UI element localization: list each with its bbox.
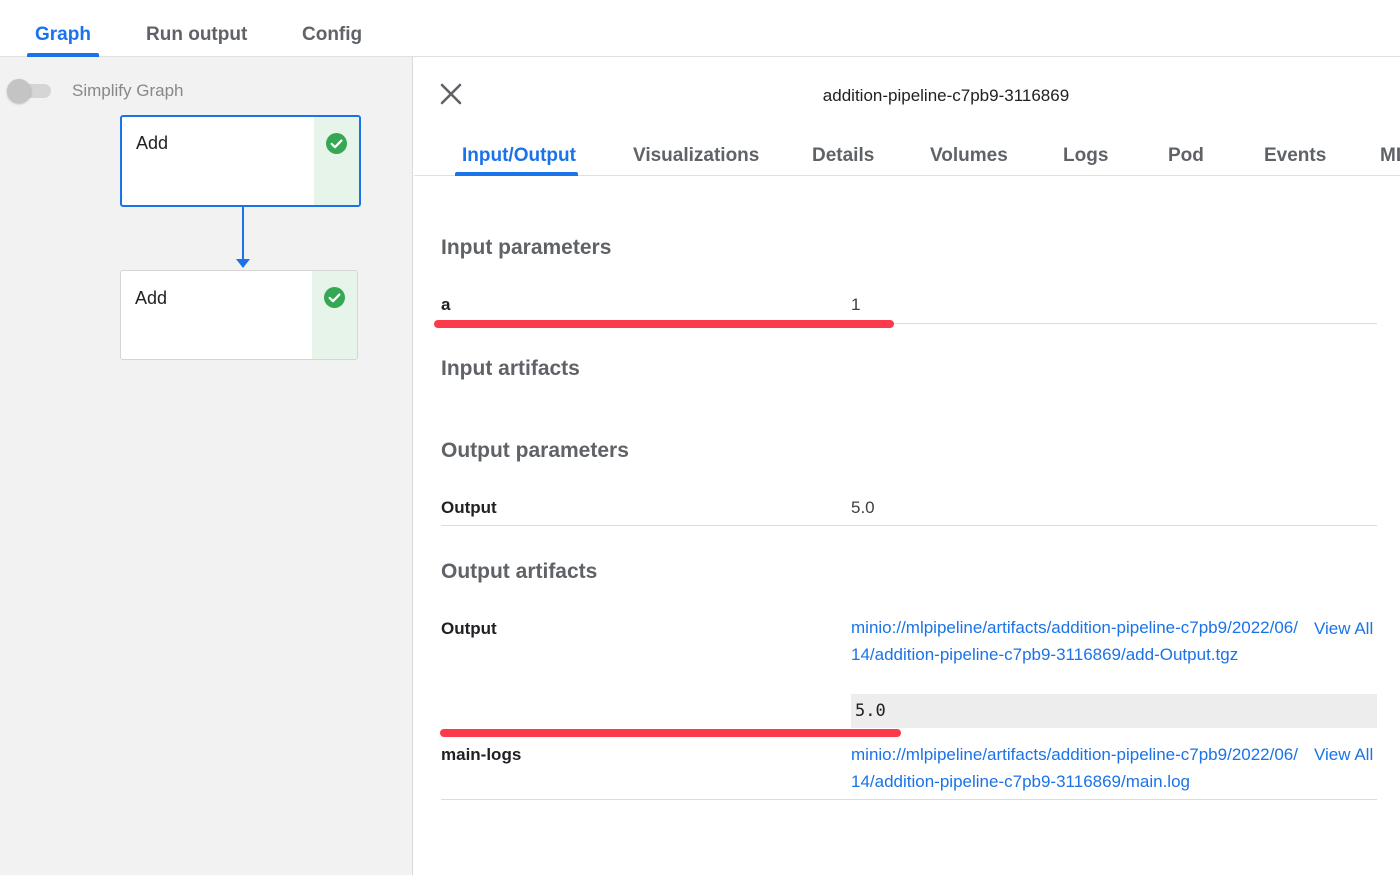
red-highlight-mark <box>440 729 901 737</box>
success-check-icon <box>324 287 345 308</box>
success-check-icon <box>326 133 347 154</box>
view-all-link[interactable]: View All <box>1314 619 1373 639</box>
detail-tab-bar: Input/Output Visualizations Details Volu… <box>414 132 1400 176</box>
artifact-key: main-logs <box>441 745 522 764</box>
section-output-artifacts: Output artifacts <box>441 560 598 583</box>
tab-run-output[interactable]: Run output <box>146 24 247 46</box>
node-label: Add <box>135 288 168 308</box>
param-key: Output <box>441 498 497 517</box>
graph-edge-arrowhead <box>236 259 250 268</box>
tab-input-output[interactable]: Input/Output <box>462 145 576 167</box>
tab-events[interactable]: Events <box>1264 145 1326 167</box>
simplify-graph-toggle[interactable] <box>7 79 53 103</box>
graph-edge <box>242 207 244 260</box>
tab-volumes[interactable]: Volumes <box>930 145 1008 167</box>
row-divider <box>441 525 1377 526</box>
tab-details[interactable]: Details <box>812 145 874 167</box>
row-divider <box>441 799 1377 800</box>
top-tab-bar: Graph Run output Config <box>0 0 1400 57</box>
param-key: a <box>441 295 451 314</box>
artifact-uri-link[interactable]: minio://mlpipeline/artifacts/addition-pi… <box>851 741 1301 795</box>
artifact-uri-link[interactable]: minio://mlpipeline/artifacts/addition-pi… <box>851 614 1301 668</box>
simplify-graph-label: Simplify Graph <box>72 81 184 100</box>
node-label: Add <box>136 133 169 153</box>
view-all-link[interactable]: View All <box>1314 745 1373 765</box>
graph-node-add-1[interactable]: Add <box>120 115 361 207</box>
param-value: 5.0 <box>851 498 875 517</box>
active-tab-indicator <box>455 172 578 176</box>
tab-config[interactable]: Config <box>302 24 362 46</box>
section-input-parameters: Input parameters <box>441 236 612 259</box>
node-status-panel <box>314 117 359 205</box>
graph-node-add-2[interactable]: Add <box>120 270 358 360</box>
toggle-thumb <box>7 79 31 103</box>
graph-pane: Simplify Graph Add Add <box>0 57 413 875</box>
param-value: 1 <box>851 295 861 314</box>
tab-visualizations[interactable]: Visualizations <box>633 145 759 167</box>
section-input-artifacts: Input artifacts <box>441 357 580 380</box>
tab-logs[interactable]: Logs <box>1063 145 1108 167</box>
tab-ml-metadata[interactable]: ML Metadata <box>1380 145 1400 167</box>
red-highlight-mark <box>434 320 894 328</box>
section-output-parameters: Output parameters <box>441 439 629 462</box>
tab-graph[interactable]: Graph <box>35 24 91 46</box>
artifact-key: Output <box>441 619 497 638</box>
node-detail-pane: addition-pipeline-c7pb9-3116869 Input/Ou… <box>414 57 1400 875</box>
tab-pod[interactable]: Pod <box>1168 145 1204 167</box>
artifact-preview: 5.0 <box>851 694 1377 728</box>
node-status-panel <box>312 271 357 359</box>
node-title: addition-pipeline-c7pb9-3116869 <box>822 86 1070 105</box>
